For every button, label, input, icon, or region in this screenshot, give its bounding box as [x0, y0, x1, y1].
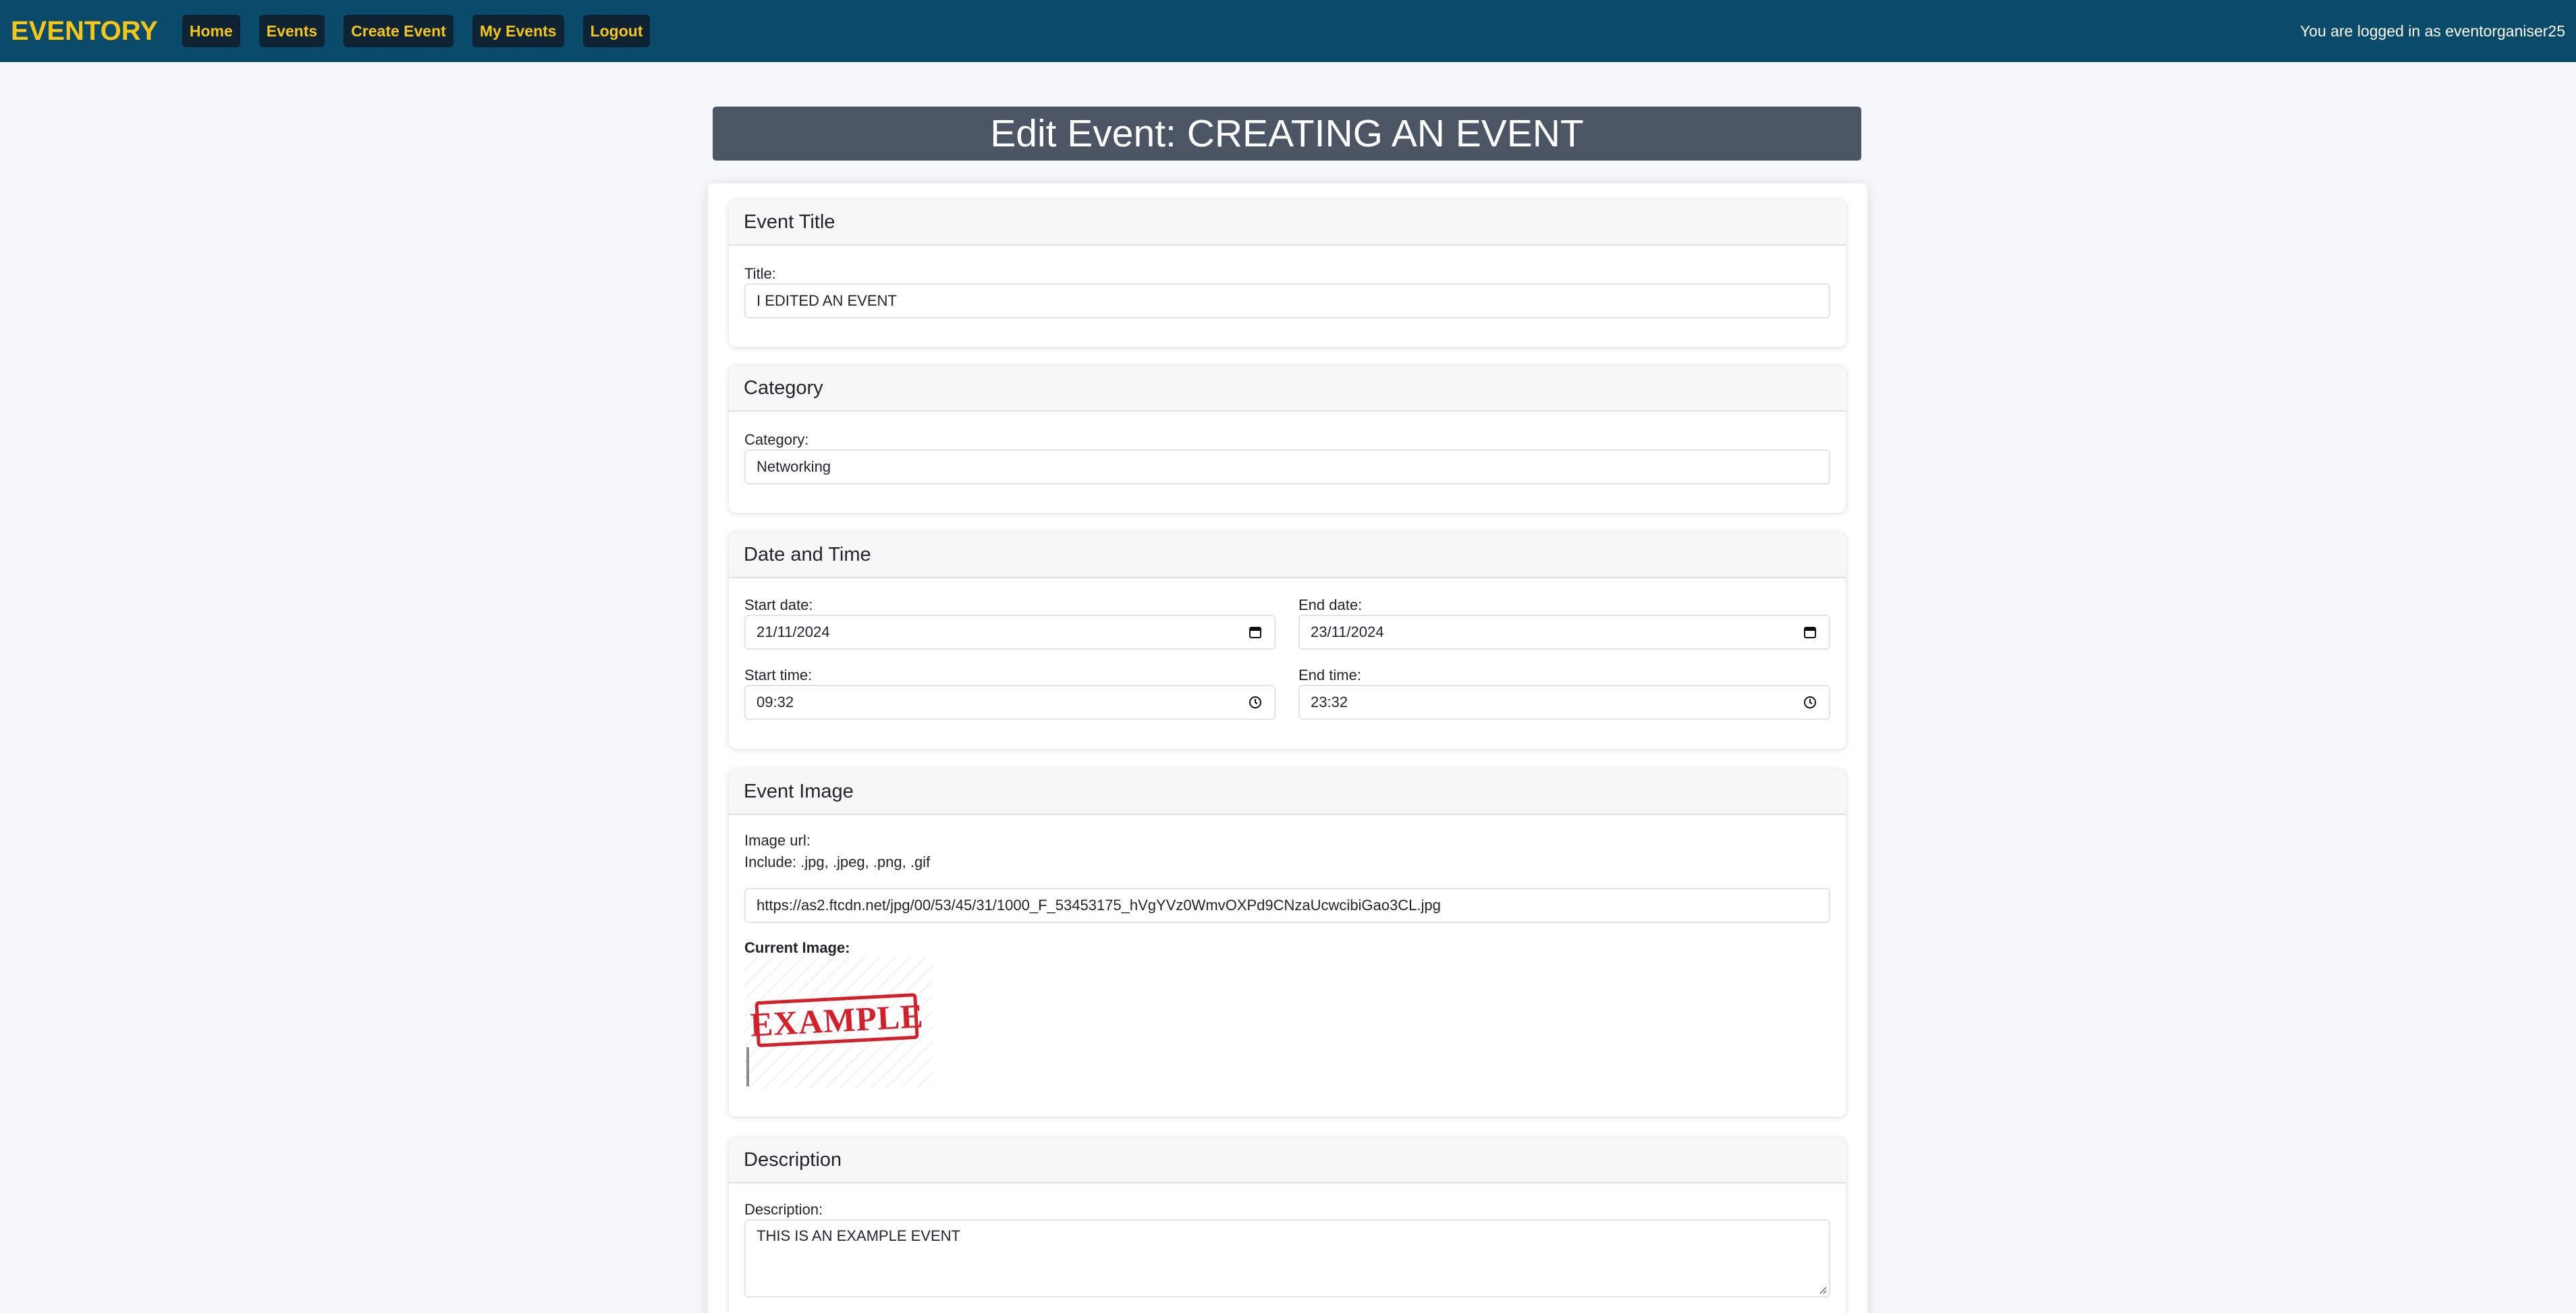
calendar-icon[interactable] — [1802, 624, 1818, 640]
resize-handle-icon[interactable] — [1817, 1284, 1828, 1295]
section-event-title: Event Title — [729, 200, 1846, 347]
page-title: Edit Event: CREATING AN EVENT — [713, 107, 1861, 161]
description-value: THIS IS AN EXAMPLE EVENT — [757, 1227, 960, 1244]
end-date-value: 23/11/2024 — [1311, 623, 1384, 640]
nav-logout[interactable]: Logout — [582, 15, 651, 47]
title-input-value: I EDITED AN EVENT — [757, 292, 897, 309]
start-time-value: 09:32 — [757, 694, 794, 710]
start-time-label: Start time: — [744, 667, 813, 683]
end-date-label: End date: — [1298, 596, 1363, 613]
section-header: Date and Time — [729, 532, 1846, 578]
logged-in-user-text: You are logged in as eventorganiser25 — [2300, 22, 2565, 40]
nav-create-event[interactable]: Create Event — [344, 15, 454, 47]
navbar: EVENTORY Home Events Create Event My Eve… — [0, 0, 2576, 62]
description-textarea[interactable]: THIS IS AN EXAMPLE EVENT — [744, 1219, 1830, 1297]
category-label: Category: — [744, 431, 809, 448]
start-date-input[interactable]: 21/11/2024 — [744, 615, 1276, 650]
calendar-icon[interactable] — [1247, 624, 1263, 640]
nav-my-events[interactable]: My Events — [472, 15, 564, 47]
section-header: Category — [729, 366, 1846, 412]
nav-events[interactable]: Events — [258, 15, 325, 47]
current-image-label: Current Image: — [744, 939, 850, 956]
example-stamp: EXAMPLE — [749, 993, 925, 1048]
brand-logo[interactable]: EVENTORY — [11, 16, 158, 47]
section-header: Event Image — [729, 769, 1846, 815]
image-edge-mark — [746, 1047, 749, 1086]
image-url-input[interactable]: https://as2.ftcdn.net/jpg/00/53/45/31/10… — [744, 888, 1830, 923]
description-label: Description: — [744, 1201, 823, 1218]
current-event-image: EXAMPLE — [744, 957, 933, 1088]
title-input[interactable]: I EDITED AN EVENT — [744, 283, 1830, 318]
end-time-input[interactable]: 23:32 — [1298, 685, 1830, 720]
start-time-input[interactable]: 09:32 — [744, 685, 1276, 720]
category-input[interactable]: Networking — [744, 449, 1830, 484]
category-input-value: Networking — [757, 458, 831, 475]
title-label: Title: — [744, 265, 776, 282]
start-date-label: Start date: — [744, 596, 813, 613]
end-time-value: 23:32 — [1311, 694, 1348, 710]
nav-home[interactable]: Home — [182, 15, 240, 47]
end-time-label: End time: — [1298, 667, 1361, 683]
image-url-hint: Include: .jpg, .jpeg, .png, .gif — [744, 854, 931, 870]
image-url-label: Image url: — [744, 832, 811, 849]
image-url-value: https://as2.ftcdn.net/jpg/00/53/45/31/10… — [757, 897, 1441, 914]
clock-icon[interactable] — [1802, 694, 1818, 710]
section-header: Event Title — [729, 200, 1846, 246]
section-category: Category — [729, 366, 1846, 513]
section-header: Description — [729, 1138, 1846, 1183]
end-date-input[interactable]: 23/11/2024 — [1298, 615, 1830, 650]
start-date-value: 21/11/2024 — [757, 623, 830, 640]
clock-icon[interactable] — [1247, 694, 1263, 710]
